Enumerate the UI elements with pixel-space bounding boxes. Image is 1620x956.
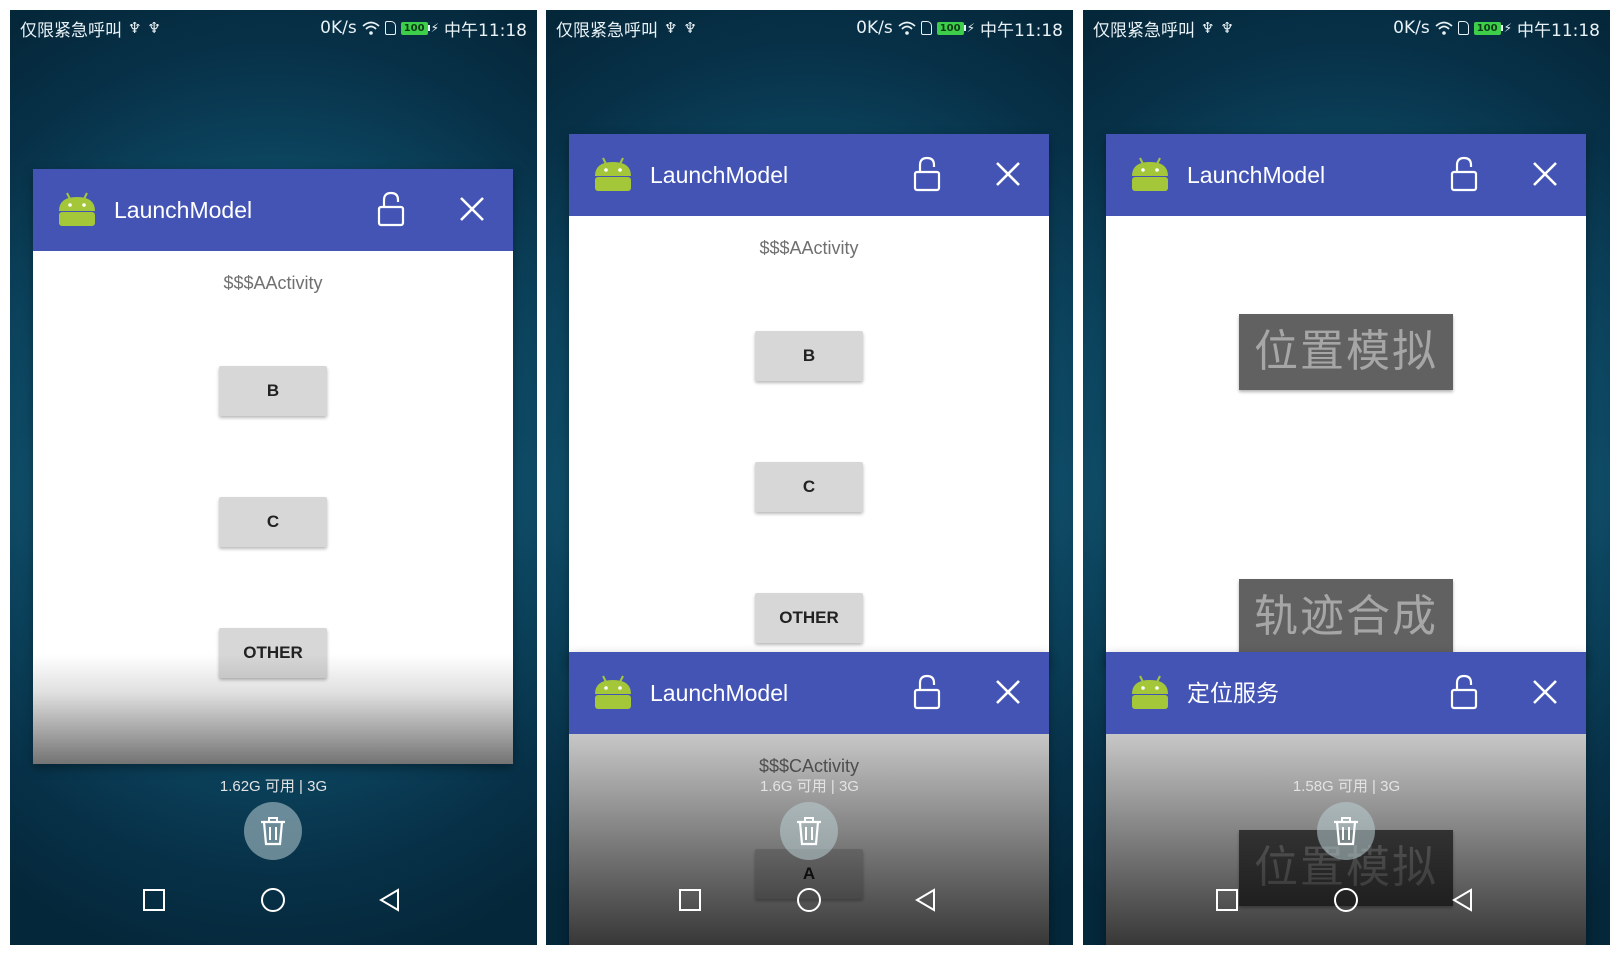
task-title: LaunchModel: [650, 162, 789, 188]
close-icon[interactable]: [995, 679, 1021, 705]
square-icon[interactable]: [1214, 887, 1240, 913]
task-title: LaunchModel: [650, 680, 789, 706]
clock: 中午11:18: [980, 20, 1063, 41]
triangle-back-icon[interactable]: [1450, 887, 1476, 913]
carrier-text: 仅限紧急呼叫: [556, 20, 658, 41]
android-icon: [59, 192, 95, 226]
unlock-icon[interactable]: [377, 191, 405, 227]
task-title: 定位服务: [1187, 680, 1279, 706]
sim-icon: [384, 21, 396, 35]
carrier-text: 仅限紧急呼叫: [20, 20, 122, 41]
circle-icon[interactable]: [1333, 887, 1359, 913]
usb-debug-icon: ♆: [147, 19, 161, 37]
unlock-icon[interactable]: [1450, 156, 1478, 192]
network-speed: 0K/s: [856, 18, 893, 38]
status-bar: 仅限紧急呼叫 ♆ ♆ 0K/s 100 ⚡ 中午11:18: [10, 10, 537, 46]
button-c[interactable]: C: [755, 462, 863, 512]
android-icon: [595, 675, 631, 709]
button-other[interactable]: OTHER: [219, 628, 327, 678]
status-bar: 仅限紧急呼叫 ♆ ♆ 0K/s 100 ⚡ 中午11:18: [546, 10, 1073, 46]
battery-icon: 100 ⚡: [936, 21, 975, 35]
wifi-icon: [1435, 21, 1453, 35]
wifi-icon: [898, 21, 916, 35]
wifi-icon: [362, 21, 380, 35]
memory-usage: 1.62G 可用 | 3G: [219, 778, 328, 795]
recents-screen-2: 仅限紧急呼叫 ♆ ♆ 0K/s 100 ⚡ 中午11:18 LaunchModel…: [546, 10, 1073, 945]
battery-level: 100: [400, 21, 428, 35]
unlock-icon[interactable]: [913, 674, 941, 710]
recents-screen-1: 仅限紧急呼叫 ♆ ♆ 0K/s 100 ⚡ 中午11:18 LaunchModel…: [10, 10, 537, 945]
task-card-header: LaunchModel: [569, 134, 1049, 216]
clear-all-button[interactable]: [780, 802, 838, 860]
trajectory-tile[interactable]: 轨迹合成: [1239, 579, 1453, 655]
task-snapshot: $$$AActivity B C OTHER: [569, 216, 1049, 664]
square-icon[interactable]: [141, 887, 167, 913]
carrier-text: 仅限紧急呼叫: [1093, 20, 1195, 41]
sim-icon: [920, 21, 932, 35]
task-title: LaunchModel: [1187, 162, 1326, 188]
network-speed: 0K/s: [320, 18, 357, 38]
android-icon: [595, 157, 631, 191]
square-icon[interactable]: [677, 887, 703, 913]
close-icon[interactable]: [459, 196, 485, 222]
close-icon[interactable]: [1532, 161, 1558, 187]
location-mock-tile[interactable]: 位置模拟: [1239, 314, 1453, 390]
battery-level: 100: [1473, 21, 1501, 35]
triangle-back-icon[interactable]: [377, 887, 403, 913]
trash-icon: [261, 817, 285, 846]
activity-label: $$$AActivity: [759, 238, 859, 258]
sim-icon: [1457, 21, 1469, 35]
button-other[interactable]: OTHER: [755, 593, 863, 643]
clock: 中午11:18: [444, 20, 527, 41]
battery-icon: 100 ⚡: [1473, 21, 1512, 35]
trash-icon: [1334, 817, 1358, 846]
circle-icon[interactable]: [796, 887, 822, 913]
task-card-header: LaunchModel: [569, 652, 1049, 734]
circle-icon[interactable]: [260, 887, 286, 913]
android-icon: [1132, 157, 1168, 191]
close-icon[interactable]: [1532, 679, 1558, 705]
activity-label: $$$AActivity: [223, 273, 323, 293]
status-bar: 仅限紧急呼叫 ♆ ♆ 0K/s 100 ⚡ 中午11:18: [1083, 10, 1610, 46]
android-icon: [1132, 675, 1168, 709]
task-snapshot: $$$AActivity B C OTHER: [33, 251, 513, 764]
task-card[interactable]: LaunchModel $$$AActivity B C OTHER: [33, 169, 513, 764]
navigation-bar: [10, 855, 537, 945]
memory-usage: 1.6G 可用 | 3G: [760, 778, 859, 795]
usb-icon: ♆: [664, 19, 678, 37]
usb-icon: ♆: [1201, 19, 1215, 37]
usb-icon: ♆: [128, 19, 142, 37]
network-speed: 0K/s: [1393, 18, 1430, 38]
task-card-header: LaunchModel: [33, 169, 513, 251]
memory-usage: 1.58G 可用 | 3G: [1292, 778, 1401, 795]
task-card-header: 定位服务: [1106, 652, 1586, 734]
task-card[interactable]: LaunchModel $$$AActivity B C OTHER: [569, 134, 1049, 664]
task-card[interactable]: LaunchModel 位置模拟 轨迹合成: [1106, 134, 1586, 664]
navigation-bar: [546, 855, 1073, 945]
clock: 中午11:18: [1517, 20, 1600, 41]
button-c[interactable]: C: [219, 497, 327, 547]
clear-all-button[interactable]: [244, 802, 302, 860]
usb-debug-icon: ♆: [683, 19, 697, 37]
button-b[interactable]: B: [755, 331, 863, 381]
button-b[interactable]: B: [219, 366, 327, 416]
unlock-icon[interactable]: [913, 156, 941, 192]
task-snapshot: 位置模拟 轨迹合成: [1106, 216, 1586, 664]
battery-icon: 100 ⚡: [400, 21, 439, 35]
trash-icon: [797, 817, 821, 846]
task-card-header: LaunchModel: [1106, 134, 1586, 216]
triangle-back-icon[interactable]: [913, 887, 939, 913]
recents-screen-3: 仅限紧急呼叫 ♆ ♆ 0K/s 100 ⚡ 中午11:18 LaunchModel…: [1083, 10, 1610, 945]
activity-label: $$$CActivity: [758, 756, 860, 776]
navigation-bar: [1083, 855, 1610, 945]
close-icon[interactable]: [995, 161, 1021, 187]
clear-all-button[interactable]: [1317, 802, 1375, 860]
task-title: LaunchModel: [114, 197, 253, 223]
battery-level: 100: [936, 21, 964, 35]
unlock-icon[interactable]: [1450, 674, 1478, 710]
usb-debug-icon: ♆: [1220, 19, 1234, 37]
